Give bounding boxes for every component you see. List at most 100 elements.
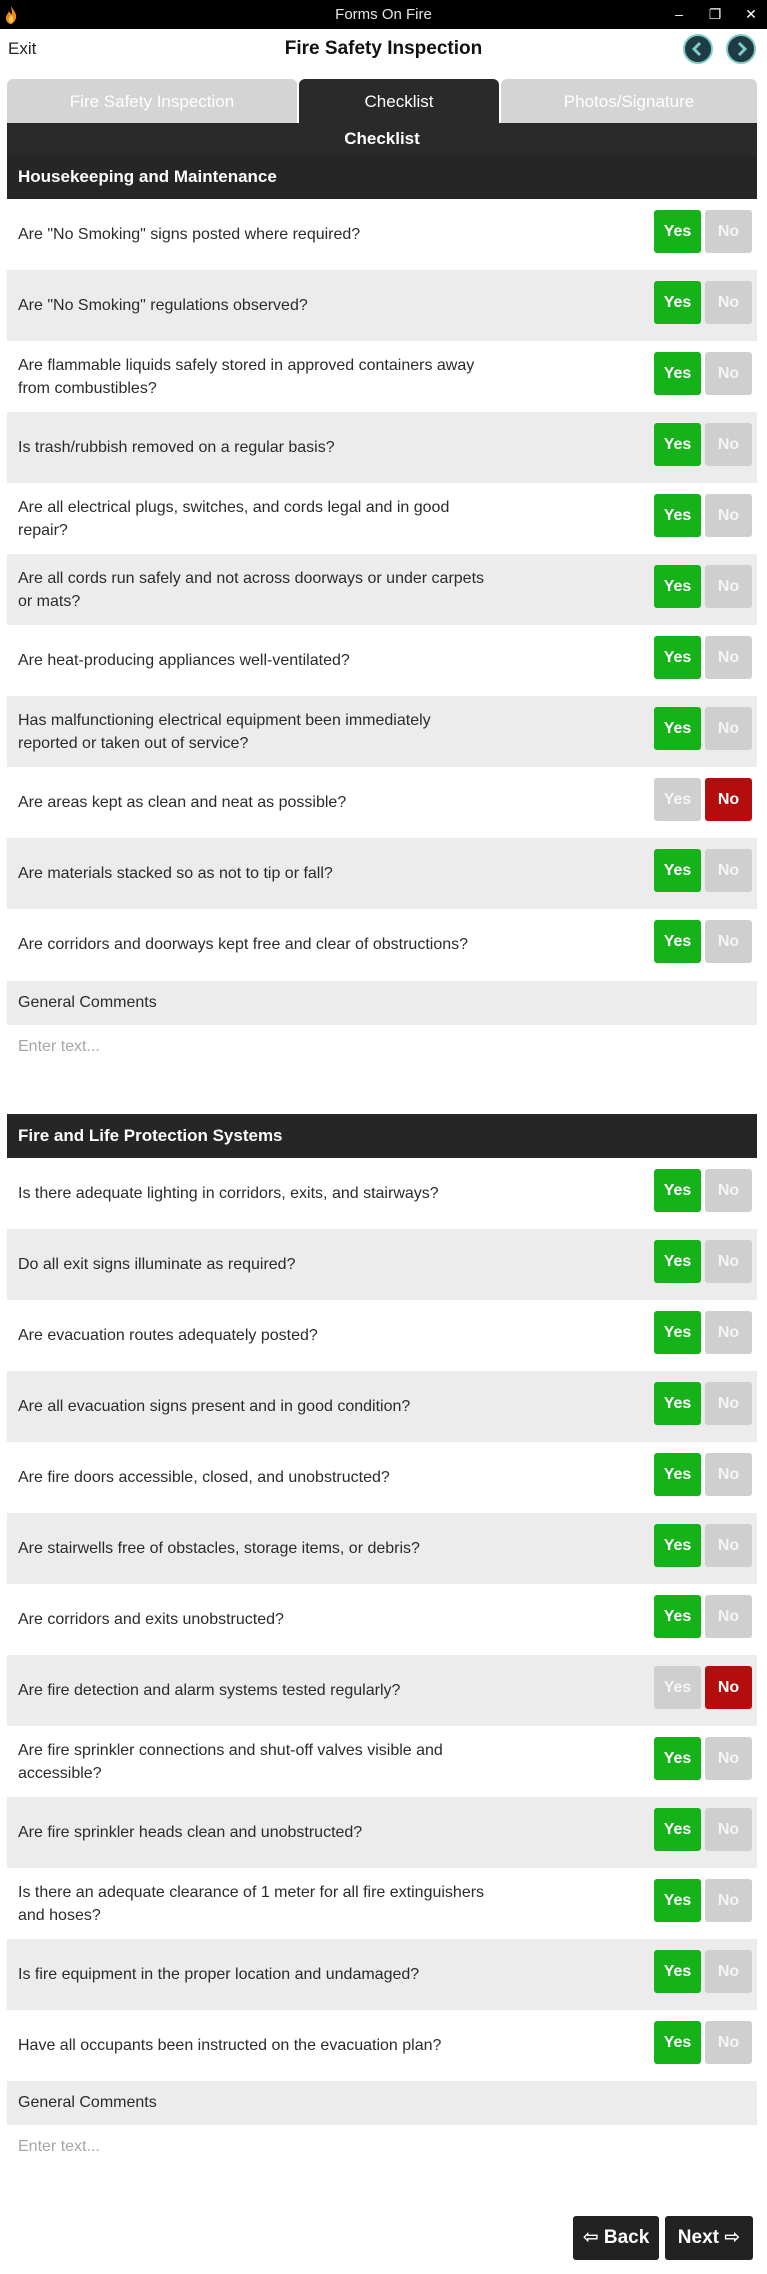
yes-button[interactable]: Yes xyxy=(654,494,701,537)
no-button[interactable]: No xyxy=(705,1950,752,1993)
app-header: Exit Fire Safety Inspection xyxy=(0,29,767,79)
checklist-question-row: Are fire doors accessible, closed, and u… xyxy=(7,1442,757,1513)
checklist-question-row: Are corridors and exits unobstructed? Yes… xyxy=(7,1584,757,1655)
question-text: Are fire detection and alarm systems tes… xyxy=(18,1682,401,1699)
general-comments-input[interactable] xyxy=(7,2125,757,2169)
no-button[interactable]: No xyxy=(705,281,752,324)
section-header: Fire and Life Protection Systems xyxy=(7,1114,757,1158)
no-button[interactable]: No xyxy=(705,352,752,395)
general-comments-input[interactable] xyxy=(7,1025,757,1069)
next-page-button[interactable] xyxy=(726,34,756,64)
checklist-question-row: Is fire equipment in the proper location… xyxy=(7,1939,757,2010)
no-button[interactable]: No xyxy=(705,2021,752,2064)
question-text: Are flammable liquids safely stored in a… xyxy=(18,356,475,397)
yes-button[interactable]: Yes xyxy=(654,1950,701,1993)
yes-button[interactable]: Yes xyxy=(654,636,701,679)
tab-fire-safety-inspection[interactable]: Fire Safety Inspection xyxy=(7,79,297,123)
yes-button[interactable]: Yes xyxy=(654,2021,701,2064)
checklist-question-row: Are "No Smoking" signs posted where requ… xyxy=(7,199,757,270)
question-text: Do all exit signs illuminate as required… xyxy=(18,1256,296,1273)
yes-button[interactable]: Yes xyxy=(654,1524,701,1567)
no-button[interactable]: No xyxy=(705,1737,752,1780)
yes-button[interactable]: Yes xyxy=(654,778,701,821)
question-text: Are evacuation routes adequately posted? xyxy=(18,1327,318,1344)
yes-button[interactable]: Yes xyxy=(654,1311,701,1354)
no-button[interactable]: No xyxy=(705,210,752,253)
checklist-question-row: Have all occupants been instructed on th… xyxy=(7,2010,757,2081)
no-button[interactable]: No xyxy=(705,1240,752,1283)
no-button[interactable]: No xyxy=(705,1382,752,1425)
no-button[interactable]: No xyxy=(705,1666,752,1709)
section-subheader: Checklist xyxy=(7,123,757,155)
checklist-question-row: Are all evacuation signs present and in … xyxy=(7,1371,757,1442)
yes-button[interactable]: Yes xyxy=(654,1240,701,1283)
question-text: Is trash/rubbish removed on a regular ba… xyxy=(18,439,335,456)
no-button[interactable]: No xyxy=(705,1453,752,1496)
no-button[interactable]: No xyxy=(705,1311,752,1354)
yes-button[interactable]: Yes xyxy=(654,920,701,963)
next-button[interactable]: Next ⇨ xyxy=(665,2216,753,2260)
question-text: Is there an adequate clearance of 1 mete… xyxy=(18,1883,485,1924)
yes-button[interactable]: Yes xyxy=(654,1453,701,1496)
tab-bar: Fire Safety Inspection Checklist Photos/… xyxy=(7,79,757,123)
no-button[interactable]: No xyxy=(705,494,752,537)
yes-button[interactable]: Yes xyxy=(654,210,701,253)
question-text: Are "No Smoking" regulations observed? xyxy=(18,297,308,314)
yes-button[interactable]: Yes xyxy=(654,707,701,750)
minimize-button[interactable]: ‒ xyxy=(668,3,690,25)
yes-button[interactable]: Yes xyxy=(654,1808,701,1851)
checklist-question-row: Are flammable liquids safely stored in a… xyxy=(7,341,757,412)
no-button[interactable]: No xyxy=(705,1595,752,1638)
yes-button[interactable]: Yes xyxy=(654,423,701,466)
no-button[interactable]: No xyxy=(705,1879,752,1922)
back-button[interactable]: ⇦ Back xyxy=(573,2216,659,2260)
general-comments-label: General Comments xyxy=(7,2081,757,2125)
question-text: Are fire sprinkler connections and shut-… xyxy=(18,1741,443,1782)
question-text: Are fire sprinkler heads clean and unobs… xyxy=(18,1824,363,1841)
checklist-question-row: Are evacuation routes adequately posted?… xyxy=(7,1300,757,1371)
checklist-question-row: Are fire detection and alarm systems tes… xyxy=(7,1655,757,1726)
checklist-question-row: Is there an adequate clearance of 1 mete… xyxy=(7,1868,757,1939)
yes-button[interactable]: Yes xyxy=(654,1666,701,1709)
yes-button[interactable]: Yes xyxy=(654,565,701,608)
question-text: Are materials stacked so as not to tip o… xyxy=(18,865,333,882)
yes-button[interactable]: Yes xyxy=(654,352,701,395)
question-text: Are fire doors accessible, closed, and u… xyxy=(18,1469,390,1486)
no-button[interactable]: No xyxy=(705,1808,752,1851)
previous-page-button[interactable] xyxy=(683,34,713,64)
no-button[interactable]: No xyxy=(705,778,752,821)
question-text: Are stairwells free of obstacles, storag… xyxy=(18,1540,420,1557)
no-button[interactable]: No xyxy=(705,707,752,750)
question-text: Has malfunctioning electrical equipment … xyxy=(18,711,431,752)
no-button[interactable]: No xyxy=(705,1169,752,1212)
no-button[interactable]: No xyxy=(705,423,752,466)
maximize-button[interactable]: ❐ xyxy=(704,3,726,25)
question-text: Are "No Smoking" signs posted where requ… xyxy=(18,226,361,243)
yes-button[interactable]: Yes xyxy=(654,1879,701,1922)
no-button[interactable]: No xyxy=(705,849,752,892)
checklist-question-row: Are stairwells free of obstacles, storag… xyxy=(7,1513,757,1584)
no-button[interactable]: No xyxy=(705,1524,752,1567)
close-button[interactable]: ✕ xyxy=(740,3,762,25)
checklist-question-row: Are materials stacked so as not to tip o… xyxy=(7,838,757,909)
checklist-question-row: Are all electrical plugs, switches, and … xyxy=(7,483,757,554)
yes-button[interactable]: Yes xyxy=(654,1737,701,1780)
checklist-question-row: Are corridors and doorways kept free and… xyxy=(7,909,757,980)
no-button[interactable]: No xyxy=(705,920,752,963)
question-text: Is fire equipment in the proper location… xyxy=(18,1966,420,1983)
yes-button[interactable]: Yes xyxy=(654,281,701,324)
yes-button[interactable]: Yes xyxy=(654,849,701,892)
yes-button[interactable]: Yes xyxy=(654,1595,701,1638)
yes-button[interactable]: Yes xyxy=(654,1169,701,1212)
tab-checklist[interactable]: Checklist xyxy=(299,79,499,123)
tab-photos-signature[interactable]: Photos/Signature xyxy=(501,79,757,123)
no-button[interactable]: No xyxy=(705,636,752,679)
yes-button[interactable]: Yes xyxy=(654,1382,701,1425)
checklist-question-row: Are fire sprinkler heads clean and unobs… xyxy=(7,1797,757,1868)
question-text: Are all cords run safely and not across … xyxy=(18,569,485,610)
page-title: Fire Safety Inspection xyxy=(284,38,483,59)
window-titlebar: Forms On Fire ‒ ❐ ✕ xyxy=(0,0,767,29)
no-button[interactable]: No xyxy=(705,565,752,608)
question-text: Are corridors and doorways kept free and… xyxy=(18,936,469,953)
checklist-question-row: Are heat-producing appliances well-venti… xyxy=(7,625,757,696)
